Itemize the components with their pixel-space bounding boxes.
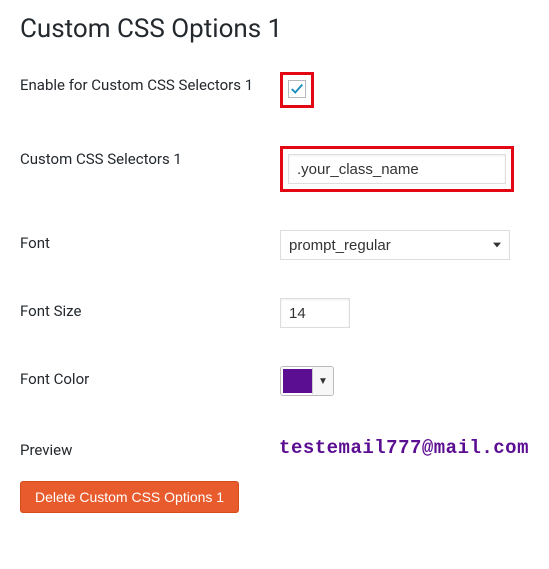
selectors-label: Custom CSS Selectors 1	[20, 146, 280, 168]
delete-button[interactable]: Delete Custom CSS Options 1	[20, 481, 239, 513]
selectors-input[interactable]	[288, 154, 506, 184]
font-size-input[interactable]	[280, 298, 350, 328]
font-size-label: Font Size	[20, 298, 280, 320]
font-select[interactable]: prompt_regular	[280, 230, 510, 260]
enable-label: Enable for Custom CSS Selectors 1	[20, 72, 280, 94]
font-color-picker[interactable]: ▼	[280, 366, 334, 396]
font-color-label: Font Color	[20, 366, 280, 388]
preview-label: Preview	[20, 437, 279, 459]
highlight-box	[280, 72, 314, 108]
font-label: Font	[20, 230, 280, 252]
check-icon	[290, 82, 304, 96]
color-swatch	[281, 367, 313, 395]
preview-text: testemail777@mail.com	[279, 437, 529, 459]
enable-checkbox[interactable]	[288, 80, 306, 98]
chevron-down-icon: ▼	[313, 367, 333, 395]
page-title: Custom CSS Options 1	[20, 14, 529, 44]
highlight-box	[280, 146, 514, 192]
